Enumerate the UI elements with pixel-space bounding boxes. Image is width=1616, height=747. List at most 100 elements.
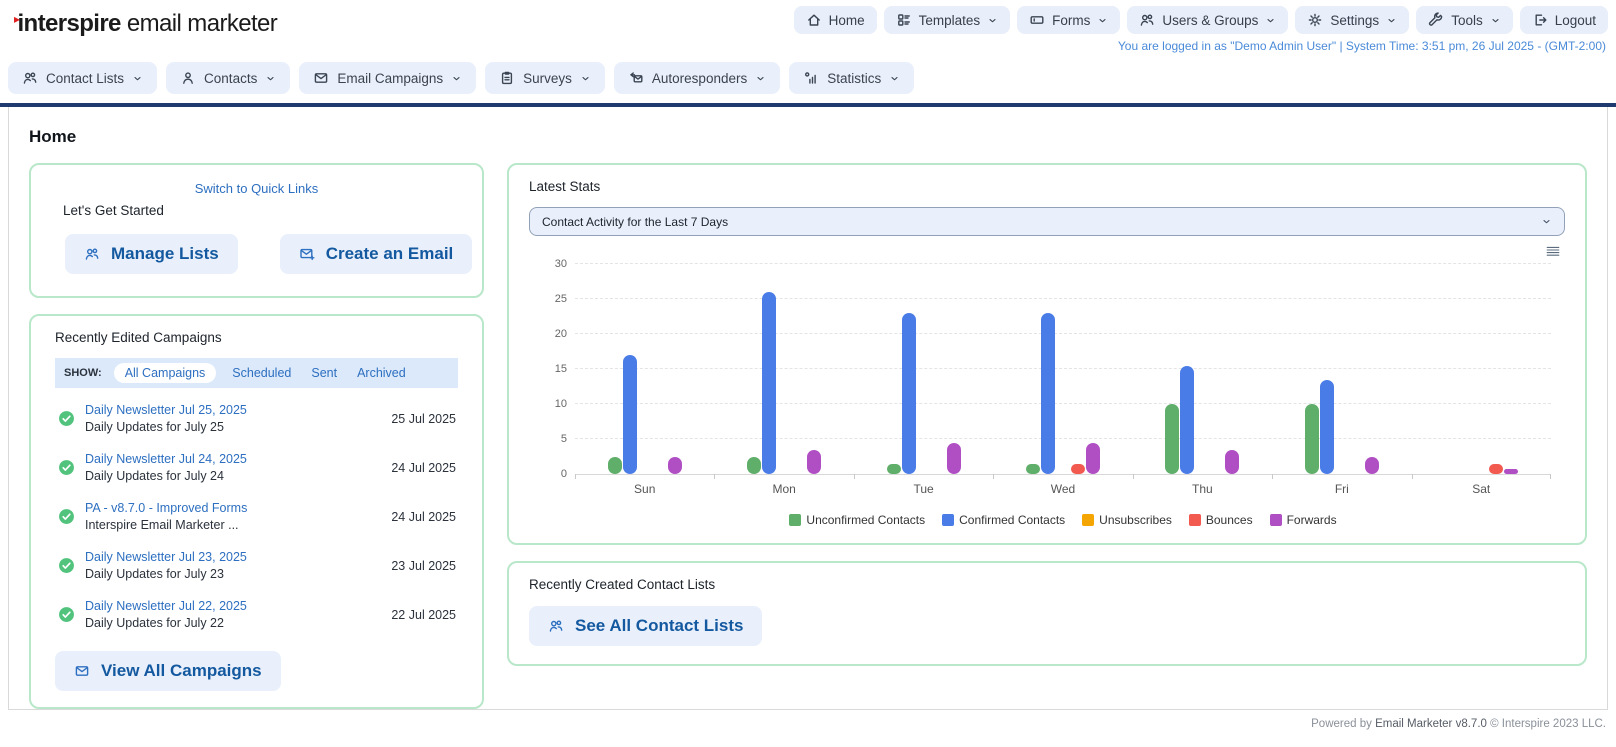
legend-label: Unsubscribes bbox=[1099, 513, 1172, 527]
logo-product: email marketer bbox=[121, 10, 277, 37]
campaign-description: Daily Updates for July 24 bbox=[85, 469, 391, 483]
bar-unconfirmed-contacts-mon[interactable] bbox=[747, 457, 761, 475]
contact-lists-icon bbox=[84, 246, 100, 262]
chart-x-tick bbox=[1133, 474, 1134, 479]
bar-confirmed-contacts-tue[interactable] bbox=[902, 313, 916, 474]
legend-item-confirmed-contacts[interactable]: Confirmed Contacts bbox=[942, 513, 1065, 527]
campaign-text: Daily Newsletter Jul 22, 2025Daily Updat… bbox=[85, 599, 391, 630]
nav-item-email-campaigns[interactable]: Email Campaigns bbox=[299, 62, 476, 94]
stats-period-value: Contact Activity for the Last 7 Days bbox=[542, 215, 728, 229]
email-icon bbox=[313, 70, 329, 86]
contact-activity-chart: 051015202530 SunMonTueWedThuFriSat Uncon… bbox=[575, 265, 1551, 527]
bar-unconfirmed-contacts-fri[interactable] bbox=[1305, 404, 1319, 474]
chevron-down-icon bbox=[1490, 15, 1501, 26]
bar-forwards-sun[interactable] bbox=[668, 457, 682, 475]
chart-x-tick bbox=[575, 474, 576, 479]
bar-forwards-mon[interactable] bbox=[807, 450, 821, 475]
chart-y-tick-label: 30 bbox=[535, 258, 567, 270]
campaign-name-link[interactable]: Daily Newsletter Jul 22, 2025 bbox=[85, 599, 391, 613]
bar-forwards-sat[interactable] bbox=[1504, 469, 1518, 474]
nav-item-autoresponders[interactable]: Autoresponders bbox=[614, 62, 780, 94]
chart-x-tick bbox=[1272, 474, 1273, 479]
legend-item-unsubscribes[interactable]: Unsubscribes bbox=[1082, 513, 1172, 527]
nav-item-home[interactable]: Home bbox=[794, 6, 877, 34]
switch-to-quick-links-link[interactable]: Switch to Quick Links bbox=[55, 181, 458, 196]
view-all-wrap: View All Campaigns bbox=[55, 651, 458, 691]
bar-confirmed-contacts-mon[interactable] bbox=[762, 292, 776, 474]
view-all-campaigns-button[interactable]: View All Campaigns bbox=[55, 651, 281, 691]
campaign-date: 25 Jul 2025 bbox=[391, 412, 458, 426]
right-column: Latest Stats Contact Activity for the La… bbox=[507, 163, 1587, 666]
bar-forwards-fri[interactable] bbox=[1365, 457, 1379, 475]
filter-tab-all-campaigns[interactable]: All Campaigns bbox=[114, 363, 217, 383]
campaign-name-link[interactable]: Daily Newsletter Jul 25, 2025 bbox=[85, 403, 391, 417]
recent-contact-lists-panel: Recently Created Contact Lists See All C… bbox=[507, 561, 1587, 666]
campaign-name-link[interactable]: Daily Newsletter Jul 24, 2025 bbox=[85, 452, 391, 466]
chart-x-tick bbox=[1412, 474, 1413, 479]
bar-forwards-tue[interactable] bbox=[947, 443, 961, 475]
left-column: Switch to Quick Links Let's Get Started … bbox=[29, 163, 484, 709]
bar-unconfirmed-contacts-wed[interactable] bbox=[1026, 464, 1040, 475]
nav-item-tools[interactable]: Tools bbox=[1416, 6, 1513, 34]
button-label: Create an Email bbox=[326, 244, 454, 264]
nav-item-logout[interactable]: Logout bbox=[1520, 6, 1608, 34]
gear-icon bbox=[1307, 12, 1323, 28]
nav-item-contacts[interactable]: Contacts bbox=[166, 62, 290, 94]
login-status-text: You are logged in as "Demo Admin User" |… bbox=[1118, 39, 1608, 53]
nav-item-forms[interactable]: Forms bbox=[1017, 6, 1120, 34]
bar-confirmed-contacts-fri[interactable] bbox=[1320, 380, 1334, 475]
nav-item-label: Forms bbox=[1052, 13, 1090, 28]
bar-group-thu bbox=[1133, 265, 1272, 474]
chevron-down-icon bbox=[889, 73, 900, 84]
bar-unconfirmed-contacts-thu[interactable] bbox=[1165, 404, 1179, 474]
filter-tab-archived[interactable]: Archived bbox=[353, 363, 410, 383]
chevron-down-icon bbox=[132, 73, 143, 84]
bar-confirmed-contacts-thu[interactable] bbox=[1180, 366, 1194, 475]
see-all-contact-lists-button[interactable]: See All Contact Lists bbox=[529, 606, 762, 646]
filter-tab-scheduled[interactable]: Scheduled bbox=[228, 363, 295, 383]
chart-x-labels: SunMonTueWedThuFriSat bbox=[575, 482, 1551, 496]
campaign-text: Daily Newsletter Jul 25, 2025Daily Updat… bbox=[85, 403, 391, 434]
nav-item-contact-lists[interactable]: Contact Lists bbox=[8, 62, 157, 94]
create-an-email-button[interactable]: Create an Email bbox=[280, 234, 473, 274]
filter-tab-sent[interactable]: Sent bbox=[307, 363, 341, 383]
legend-item-forwards[interactable]: Forwards bbox=[1270, 513, 1337, 527]
bar-unconfirmed-contacts-tue[interactable] bbox=[887, 464, 901, 475]
campaign-row: Daily Newsletter Jul 22, 2025Daily Updat… bbox=[55, 590, 458, 639]
nav-item-statistics[interactable]: Statistics bbox=[789, 62, 914, 94]
chart-menu-button[interactable] bbox=[1545, 243, 1561, 259]
bar-unconfirmed-contacts-sun[interactable] bbox=[608, 457, 622, 475]
chart-x-label-tue: Tue bbox=[854, 482, 993, 496]
manage-lists-button[interactable]: Manage Lists bbox=[65, 234, 238, 274]
nav-item-surveys[interactable]: Surveys bbox=[485, 62, 605, 94]
nav-item-templates[interactable]: Templates bbox=[884, 6, 1011, 34]
bar-forwards-wed[interactable] bbox=[1086, 443, 1100, 475]
legend-item-bounces[interactable]: Bounces bbox=[1189, 513, 1253, 527]
nav-item-settings[interactable]: Settings bbox=[1295, 6, 1409, 34]
legend-label: Forwards bbox=[1287, 513, 1337, 527]
campaign-filter-bar: SHOW: All CampaignsScheduledSentArchived bbox=[55, 358, 458, 388]
recent-campaigns-panel: Recently Edited Campaigns SHOW: All Camp… bbox=[29, 314, 484, 709]
chart-x-tick bbox=[854, 474, 855, 479]
chevron-down-icon bbox=[1265, 15, 1276, 26]
stats-period-select[interactable]: Contact Activity for the Last 7 Days bbox=[529, 207, 1565, 236]
survey-icon bbox=[499, 70, 515, 86]
bar-bounces-wed[interactable] bbox=[1071, 464, 1085, 475]
bar-bounces-sat[interactable] bbox=[1489, 464, 1503, 475]
forms-icon bbox=[1029, 12, 1045, 28]
bar-confirmed-contacts-wed[interactable] bbox=[1041, 313, 1055, 474]
chart-legend: Unconfirmed Contacts Confirmed Contacts Un… bbox=[575, 513, 1551, 527]
campaign-row: Daily Newsletter Jul 25, 2025Daily Updat… bbox=[55, 394, 458, 443]
legend-item-unconfirmed-contacts[interactable]: Unconfirmed Contacts bbox=[789, 513, 925, 527]
button-label: Manage Lists bbox=[111, 244, 219, 264]
legend-swatch bbox=[1082, 514, 1094, 526]
campaign-row: PA - v8.7.0 - Improved FormsInterspire E… bbox=[55, 492, 458, 541]
bar-confirmed-contacts-sun[interactable] bbox=[623, 355, 637, 474]
campaign-name-link[interactable]: PA - v8.7.0 - Improved Forms bbox=[85, 501, 391, 515]
bar-forwards-thu[interactable] bbox=[1225, 450, 1239, 475]
chart-x-label-fri: Fri bbox=[1272, 482, 1411, 496]
recent-campaigns-title: Recently Edited Campaigns bbox=[55, 330, 458, 345]
page-title: Home bbox=[29, 127, 1587, 147]
nav-item-users-groups[interactable]: Users & Groups bbox=[1127, 6, 1288, 34]
campaign-name-link[interactable]: Daily Newsletter Jul 23, 2025 bbox=[85, 550, 391, 564]
